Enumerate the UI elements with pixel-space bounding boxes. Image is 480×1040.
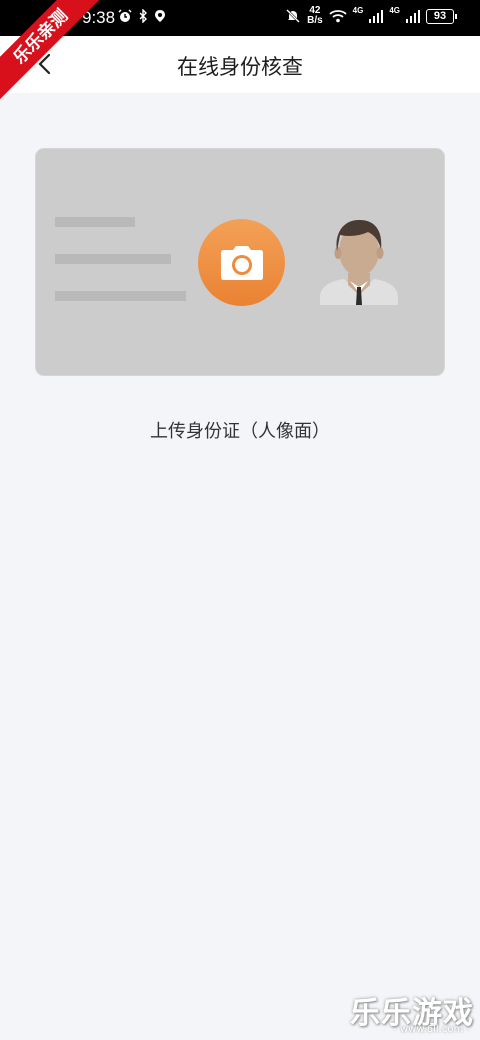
app-header: 在线身份核查 bbox=[0, 36, 480, 93]
network-type-1: 4G bbox=[352, 5, 364, 15]
camera-button[interactable] bbox=[198, 219, 285, 306]
id-card-upload-area[interactable] bbox=[35, 148, 445, 376]
signal-icon-2 bbox=[406, 10, 420, 23]
network-type-2: 4G bbox=[389, 5, 400, 15]
placeholder-line-1 bbox=[55, 217, 135, 227]
speed-unit: B/s bbox=[307, 15, 323, 26]
status-icons-right: 42 B/s 4G 4G 93 bbox=[285, 5, 457, 26]
network-speed: 42 B/s bbox=[307, 6, 323, 26]
bluetooth-icon bbox=[139, 9, 147, 23]
mute-bell-icon bbox=[286, 9, 300, 23]
camera-icon bbox=[220, 245, 263, 280]
placeholder-line-2 bbox=[55, 254, 171, 264]
page-title: 在线身份核查 bbox=[177, 55, 303, 79]
portrait-avatar-icon bbox=[320, 219, 398, 305]
status-icons-left bbox=[118, 9, 166, 23]
alarm-icon bbox=[118, 9, 132, 22]
battery-indicator: 93 bbox=[426, 8, 457, 24]
upload-id-front-label: 上传身份证（人像面） bbox=[150, 421, 330, 442]
signal-icon-1 bbox=[369, 10, 384, 23]
placeholder-line-3 bbox=[55, 291, 186, 301]
location-icon bbox=[155, 10, 165, 22]
watermark-url: - www.6ll.com - bbox=[393, 1024, 470, 1035]
wifi-icon bbox=[329, 10, 347, 23]
